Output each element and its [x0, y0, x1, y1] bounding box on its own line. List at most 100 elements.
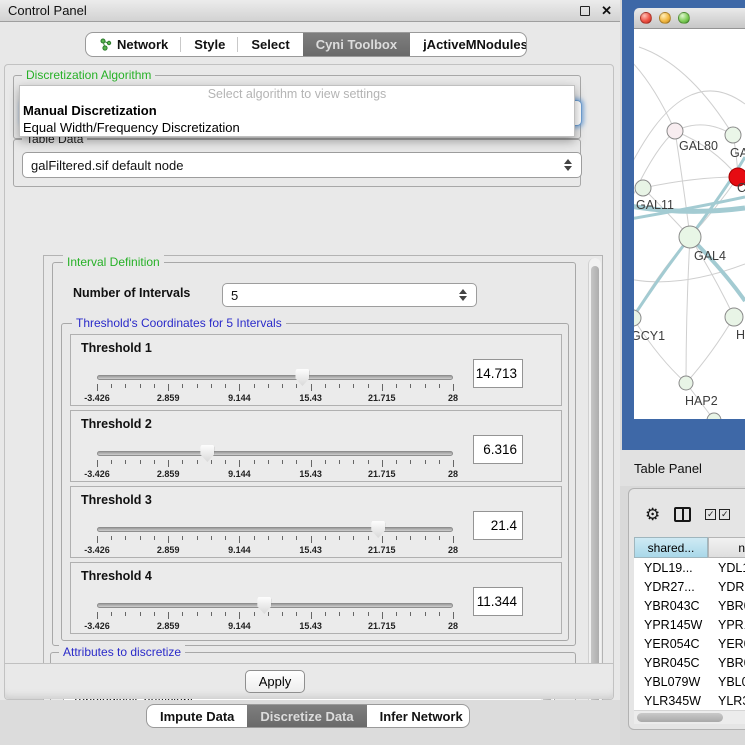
scrollbar-thumb[interactable] [637, 713, 723, 722]
tab-jactivemnodules[interactable]: jActiveMNodules [410, 33, 527, 56]
column-header-shared-name[interactable]: shared... [634, 537, 708, 558]
scrollbar-thumb[interactable] [591, 266, 599, 714]
threshold-4-slider[interactable]: -3.4262.8599.14415.4321.71528 [97, 593, 453, 631]
tab-infer-network[interactable]: Infer Network [367, 705, 470, 727]
close-icon[interactable]: ✕ [601, 4, 612, 17]
slider-track[interactable] [97, 603, 453, 608]
table-cell[interactable]: YBL0 [708, 675, 745, 689]
node-label: GCY1 [634, 329, 665, 343]
table-row[interactable]: YLR345WYLR3 [634, 691, 745, 710]
table-cell[interactable]: YPR145W [634, 618, 708, 632]
threshold-3-slider[interactable]: -3.4262.8599.14415.4321.71528 [97, 517, 453, 555]
dropdown-placeholder: Select algorithm to view settings [20, 86, 574, 102]
slider-track[interactable] [97, 451, 453, 456]
table-row[interactable]: YPR145WYPR1 [634, 615, 745, 634]
float-window-icon[interactable] [580, 6, 590, 16]
table-cell[interactable]: YDR2 [708, 580, 745, 594]
number-of-intervals-combo[interactable]: 5 [222, 283, 477, 307]
minimize-traffic-light-icon[interactable] [659, 12, 671, 24]
network-window-titlebar[interactable] [634, 8, 745, 29]
table-cell[interactable]: YDR27... [634, 580, 708, 594]
table-cell[interactable]: YBR0 [708, 599, 745, 613]
table-row[interactable]: YBR043CYBR0 [634, 596, 745, 615]
tab-select[interactable]: Select [238, 33, 302, 56]
threshold-4-value[interactable]: 11.344 [473, 587, 523, 616]
threshold-3-value[interactable]: 21.4 [473, 511, 523, 540]
table-row[interactable]: YBR045CYBR0 [634, 653, 745, 672]
node-label: GAL11 [636, 198, 674, 212]
table-row[interactable]: YDL19...YDL1 [634, 558, 745, 577]
number-of-intervals-label: Number of Intervals [73, 286, 190, 300]
tab-cyni-toolbox[interactable]: Cyni Toolbox [303, 33, 410, 56]
screenshot-root: Control Panel ✕ Network Style [0, 0, 745, 745]
table-cell[interactable]: YDL1 [708, 561, 745, 575]
checkbox-icon[interactable]: ✓ [705, 509, 716, 520]
network-node[interactable] [679, 226, 701, 248]
slider-track[interactable] [97, 527, 453, 532]
table-cell[interactable]: YBR043C [634, 599, 708, 613]
threshold-2-box: Threshold 2 -3.4262.8599.14415.4321.7152… [70, 410, 562, 482]
panel-title: Control Panel [8, 3, 580, 18]
table-cell[interactable]: YER0 [708, 637, 745, 651]
apply-button[interactable]: Apply [245, 670, 305, 693]
right-side: GAL80GACGAL11GAL4GCY1HHAP2 Table Panel ⚙… [620, 0, 745, 745]
table-data-group: Table Data galFiltered.sif default node [13, 139, 581, 187]
table-cell[interactable]: YBR045C [634, 656, 708, 670]
close-traffic-light-icon[interactable] [640, 12, 652, 24]
node-label: C [737, 181, 745, 195]
threshold-3-box: Threshold 3 -3.4262.8599.14415.4321.7152… [70, 486, 562, 558]
table-row[interactable]: YBL079WYBL0 [634, 672, 745, 691]
network-node[interactable] [667, 123, 683, 139]
node-label: GAL4 [694, 249, 726, 263]
zoom-traffic-light-icon[interactable] [678, 12, 690, 24]
table-panel: ⚙ ✓ ✓ shared... na YDL19...YDL1YDR27...Y… [628, 488, 745, 730]
tab-label: jActiveMNodules [423, 37, 527, 52]
table-cell[interactable]: YBR0 [708, 656, 745, 670]
network-node[interactable] [679, 376, 693, 390]
dropdown-item-manual-discretization[interactable]: Manual Discretization [20, 102, 574, 119]
network-icon [99, 38, 112, 51]
threshold-label: Threshold 4 [81, 569, 152, 583]
network-node[interactable] [725, 127, 741, 143]
table-data-combo[interactable]: galFiltered.sif default node [22, 152, 582, 178]
network-node[interactable] [634, 310, 641, 326]
table-cell[interactable]: YPR1 [708, 618, 745, 632]
columns-icon[interactable] [674, 507, 691, 522]
table-cell[interactable]: YBL079W [634, 675, 708, 689]
column-header-name[interactable]: na [708, 537, 745, 558]
tab-discretize-data[interactable]: Discretize Data [247, 705, 366, 727]
network-view-window[interactable]: GAL80GACGAL11GAL4GCY1HHAP2 [622, 0, 745, 450]
table-cell[interactable]: YLR345W [634, 694, 708, 708]
tab-style[interactable]: Style [181, 33, 238, 56]
threshold-2-value[interactable]: 6.316 [473, 435, 523, 464]
network-canvas[interactable]: GAL80GACGAL11GAL4GCY1HHAP2 [634, 29, 745, 419]
tab-label: Network [117, 37, 168, 52]
panel-scrollbar[interactable] [588, 258, 601, 728]
table-cell[interactable]: YLR3 [708, 694, 745, 708]
combo-arrows-icon [563, 159, 573, 171]
network-node[interactable] [725, 308, 743, 326]
table-hscrollbar[interactable] [634, 710, 745, 724]
table-row[interactable]: YER054CYER0 [634, 634, 745, 653]
table-cell[interactable]: YDL19... [634, 561, 708, 575]
dropdown-item-equal-width-frequency[interactable]: Equal Width/Frequency Discretization [20, 119, 574, 136]
slider-track[interactable] [97, 375, 453, 380]
checkbox-icon[interactable]: ✓ [719, 509, 730, 520]
control-panel: Control Panel ✕ Network Style [0, 0, 620, 745]
tab-impute-data[interactable]: Impute Data [147, 705, 247, 727]
network-node[interactable] [707, 413, 721, 419]
network-nodes[interactable]: GAL80GACGAL11GAL4GCY1HHAP2 [634, 29, 745, 419]
gear-icon[interactable]: ⚙ [645, 506, 660, 523]
tab-label: Infer Network [380, 709, 463, 724]
table-cell[interactable]: YER054C [634, 637, 708, 651]
tab-network[interactable]: Network [86, 33, 181, 56]
checkbox-group: ✓ ✓ [705, 509, 730, 520]
table-row[interactable]: YDR27...YDR2 [634, 577, 745, 596]
node-label: H [736, 328, 745, 342]
table-panel-title: Table Panel [634, 461, 702, 476]
threshold-1-slider[interactable]: -3.4262.8599.14415.4321.71528 [97, 365, 453, 403]
bottom-tabbar: Impute Data Discretize Data Infer Networ… [146, 704, 470, 728]
threshold-1-value[interactable]: 14.713 [473, 359, 523, 388]
threshold-2-slider[interactable]: -3.4262.8599.14415.4321.71528 [97, 441, 453, 479]
network-node[interactable] [635, 180, 651, 196]
